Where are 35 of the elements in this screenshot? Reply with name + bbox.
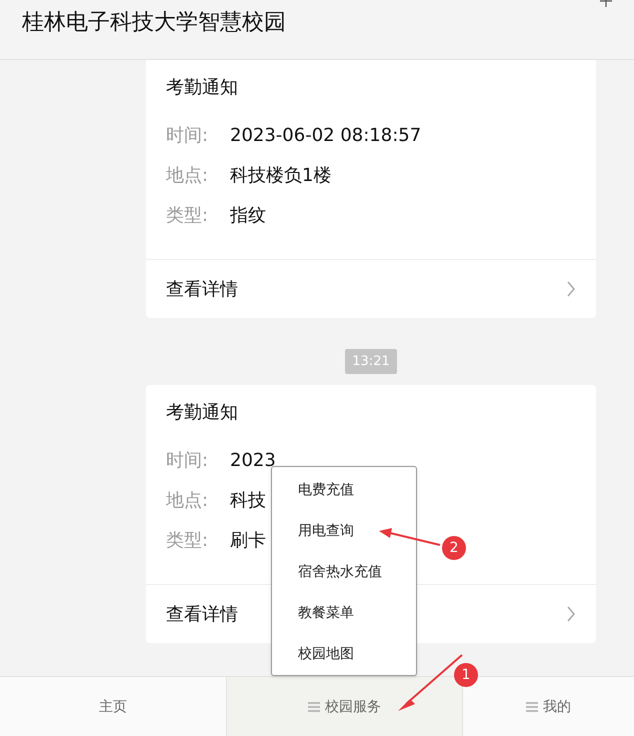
menu-item[interactable]: 校园地图 [272,637,416,669]
field-label: 类型: [166,204,210,228]
step-number: 1 [454,663,478,687]
chevron-icon [566,606,576,622]
field-value: 刷卡 [230,529,266,553]
time-badge: 13:21 [345,349,397,374]
link-label: 查看详情 [166,278,238,301]
menu-item[interactable]: 用电查询 [272,514,416,555]
field-label: 时间: [166,449,210,473]
annotation-arrow [378,527,442,547]
field-label: 时间: [166,124,210,148]
app-title: 桂林电子科技大学智慧校园 [22,8,286,36]
field-value: 科技楼负1楼 [230,164,332,188]
tab-label: 主页 [99,698,127,716]
menu-item[interactable]: 宿舍热水充值 [272,555,416,596]
field-value: 2023 [230,449,276,473]
plus-icon[interactable] [600,0,612,8]
field-label: 类型: [166,529,210,553]
field-label: 地点: [166,489,210,513]
card-title: 考勤通知 [166,401,239,425]
nav-tab[interactable]: 校园服务 [226,677,463,736]
field-label: 地点: [166,164,210,188]
menu-item[interactable]: 电费充值 [272,473,416,514]
details-link[interactable]: 查看详情 [146,259,596,318]
tab-label: 校园服务 [325,698,381,716]
field-value: 2023-06-02 08:18:57 [230,124,422,148]
field-value: 指纹 [230,204,266,228]
chevron-icon [566,281,576,297]
link-label: 查看详情 [166,603,238,626]
field-value: 科技 [230,489,266,513]
annotation-arrow [396,653,464,713]
menu-item[interactable]: 教餐菜单 [272,596,416,637]
card-title: 考勤通知 [166,76,239,100]
tab-label: 我的 [543,698,571,716]
nav-tab[interactable]: 主页 [0,677,226,736]
